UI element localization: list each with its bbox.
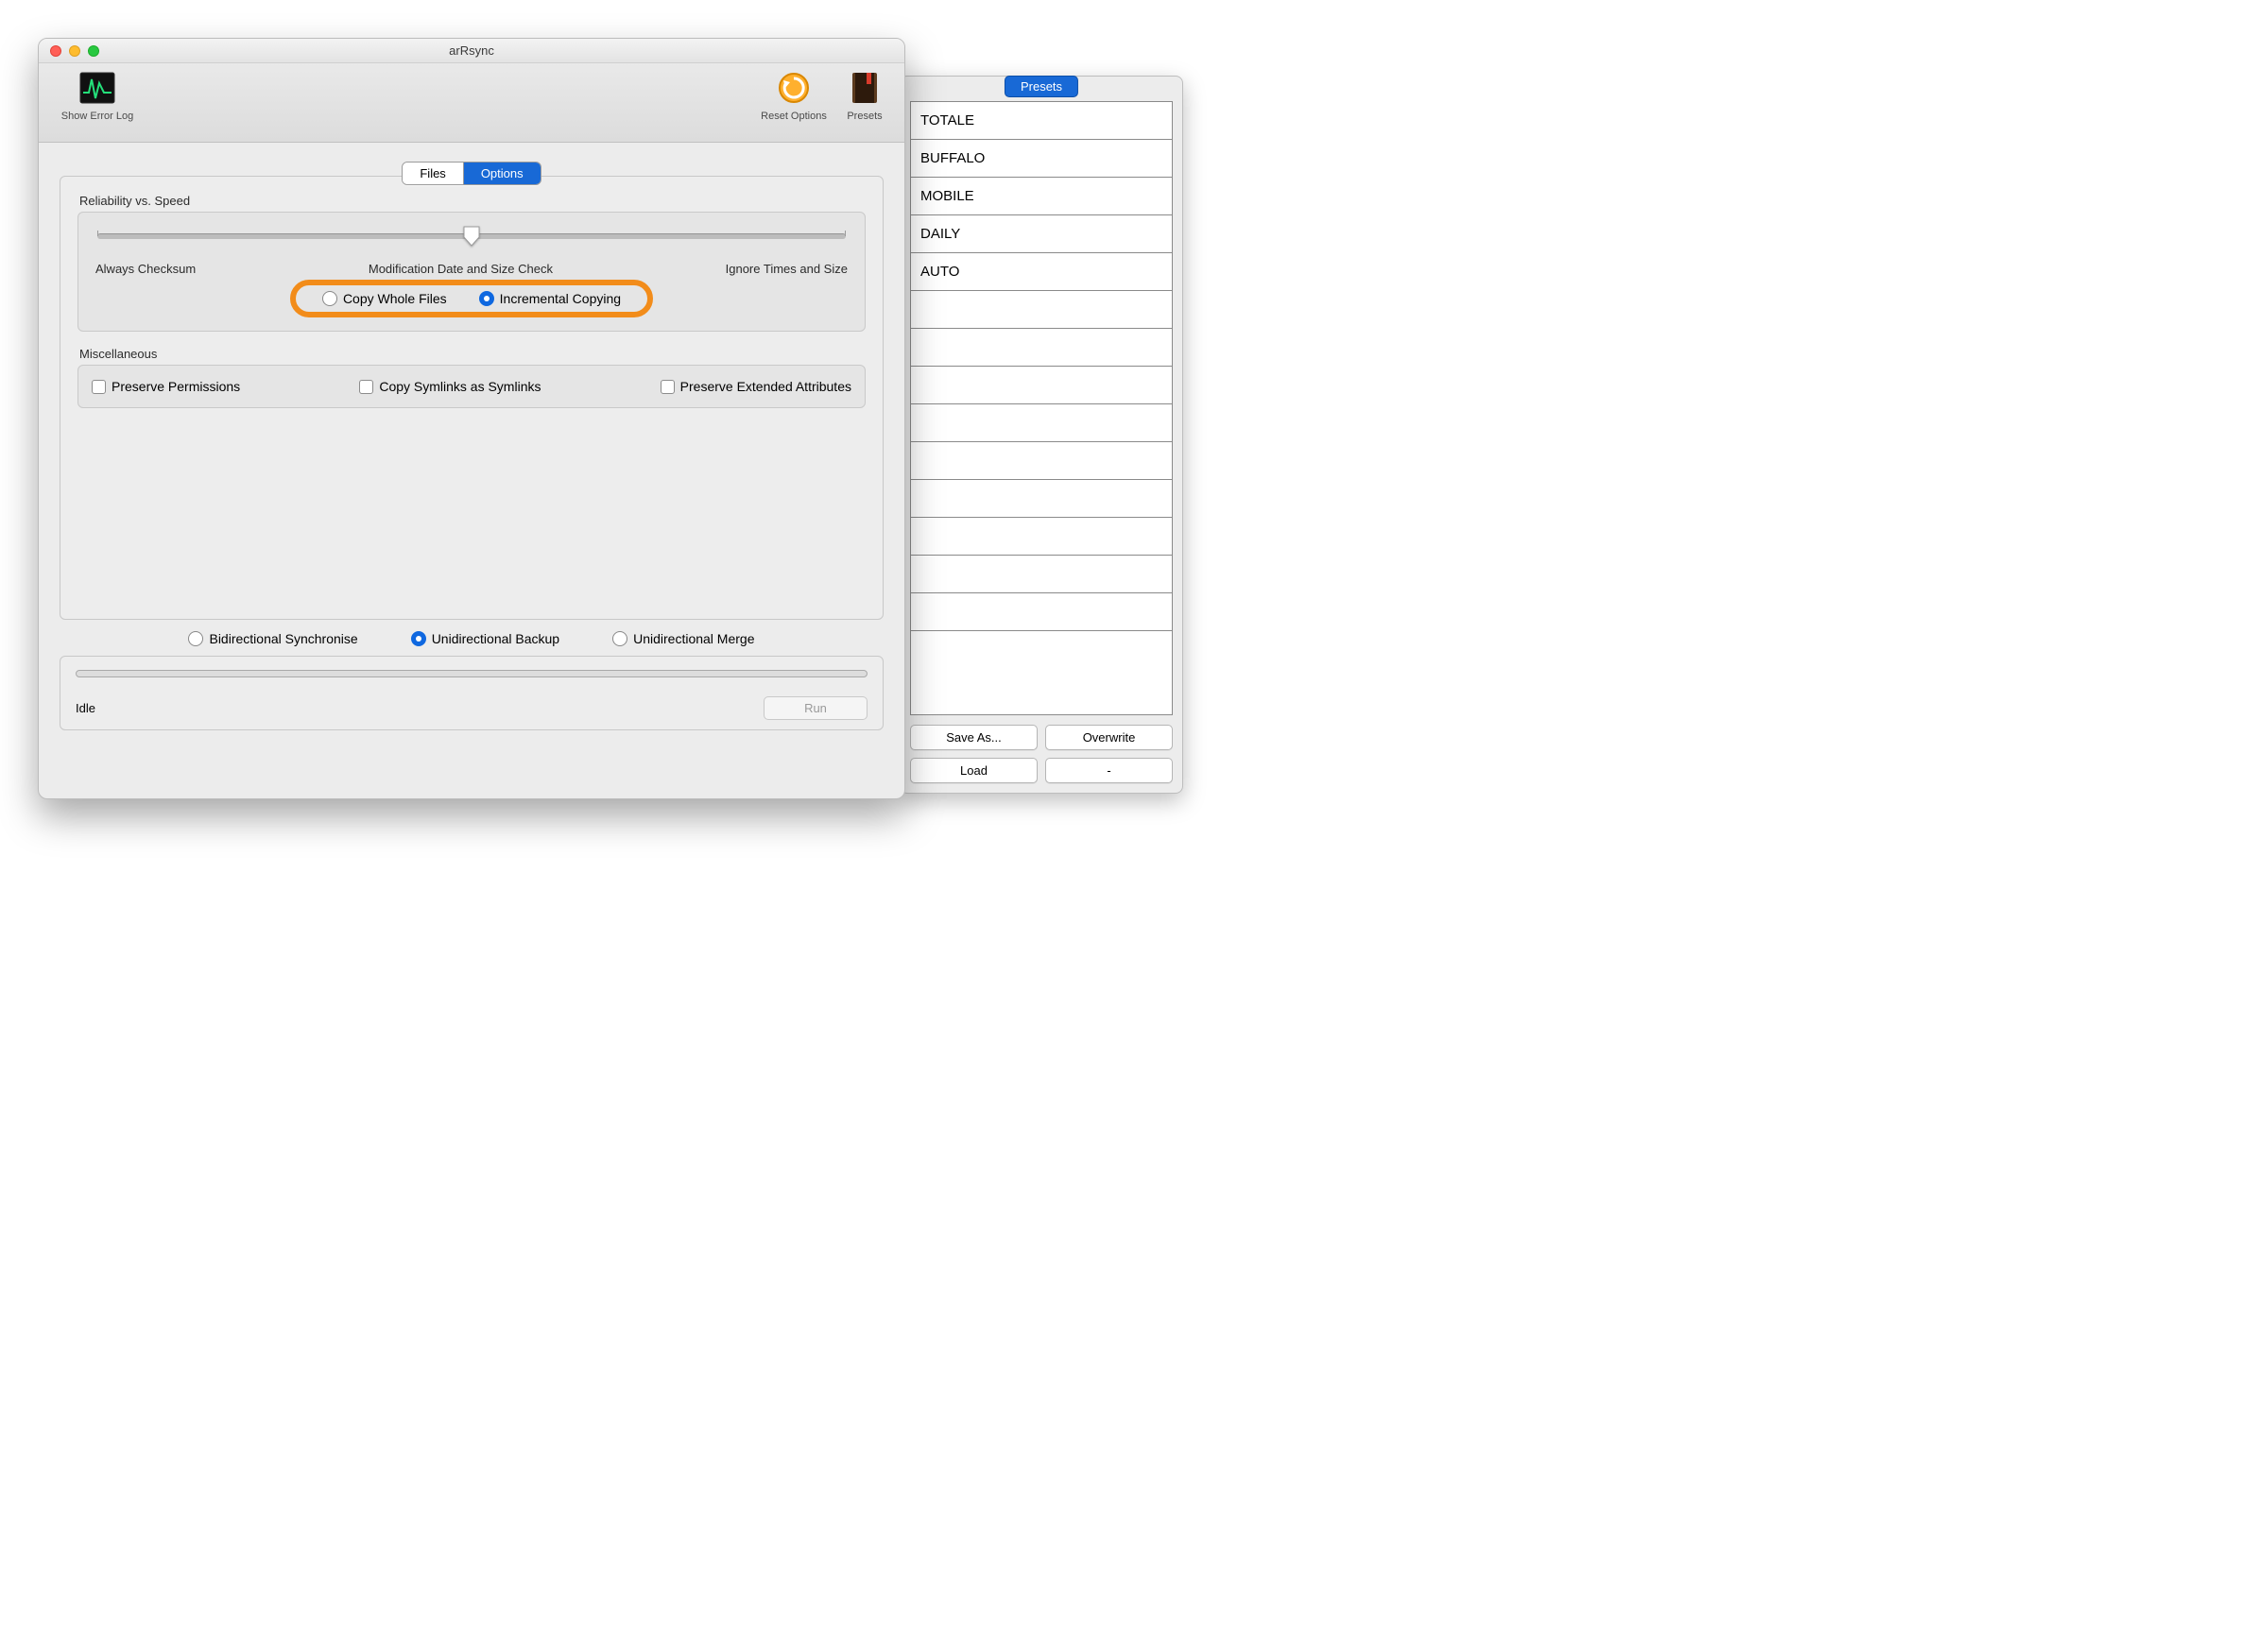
presets-button[interactable]: Presets	[836, 69, 893, 122]
preset-row[interactable]: AUTO	[911, 253, 1172, 291]
preset-row[interactable]	[911, 291, 1172, 329]
preset-row[interactable]: TOTALE	[911, 102, 1172, 140]
reliability-group: Always Checksum Modification Date and Si…	[77, 212, 866, 332]
preset-row[interactable]: DAILY	[911, 215, 1172, 253]
copy-mode-highlight: Copy Whole Files Incremental Copying	[290, 280, 653, 317]
preset-row[interactable]	[911, 367, 1172, 404]
load-button[interactable]: Load	[910, 758, 1038, 783]
tab-options[interactable]: Options	[464, 163, 541, 184]
slider-label-right: Ignore Times and Size	[726, 262, 848, 276]
slider-label-left: Always Checksum	[95, 262, 196, 276]
checkbox-copy-symlinks[interactable]: Copy Symlinks as Symlinks	[359, 379, 541, 394]
show-error-log-button[interactable]: Show Error Log	[50, 69, 145, 122]
preset-row[interactable]	[911, 329, 1172, 367]
preset-row[interactable]: BUFFALO	[911, 140, 1172, 178]
radio-label: Unidirectional Backup	[432, 631, 559, 646]
radio-unidirectional-backup[interactable]: Unidirectional Backup	[411, 631, 559, 646]
preset-row[interactable]	[911, 518, 1172, 556]
toolbar-label: Show Error Log	[61, 111, 133, 122]
radio-incremental-copying[interactable]: Incremental Copying	[479, 291, 621, 306]
oscilloscope-icon	[78, 69, 116, 107]
tab-files[interactable]: Files	[403, 163, 463, 184]
reset-icon	[775, 69, 813, 107]
toolbar-label: Reset Options	[761, 111, 827, 122]
checkbox-preserve-extended-attributes[interactable]: Preserve Extended Attributes	[661, 379, 851, 394]
zoom-icon[interactable]	[88, 45, 99, 57]
toolbar: Show Error Log Reset Options Presets	[39, 63, 904, 143]
titlebar: arRsync	[39, 39, 904, 63]
radio-label: Unidirectional Merge	[633, 631, 754, 646]
save-as-button[interactable]: Save As...	[910, 725, 1038, 750]
preset-row[interactable]	[911, 480, 1172, 518]
progress-bar	[76, 670, 868, 677]
close-icon[interactable]	[50, 45, 61, 57]
radio-unidirectional-merge[interactable]: Unidirectional Merge	[612, 631, 754, 646]
presets-title-tab: Presets	[1005, 76, 1078, 97]
toolbar-label: Presets	[847, 111, 882, 122]
status-text: Idle	[76, 701, 95, 715]
preset-row[interactable]	[911, 442, 1172, 480]
checkbox-label: Copy Symlinks as Symlinks	[379, 379, 541, 394]
tabs-segmented: Files Options	[402, 162, 541, 185]
presets-list[interactable]: TOTALE BUFFALO MOBILE DAILY AUTO	[910, 101, 1173, 715]
reset-options-button[interactable]: Reset Options	[751, 69, 836, 122]
window-title: arRsync	[449, 43, 494, 58]
minimize-icon[interactable]	[69, 45, 80, 57]
run-button[interactable]: Run	[764, 696, 868, 720]
reliability-legend: Reliability vs. Speed	[79, 194, 866, 208]
checkbox-label: Preserve Permissions	[112, 379, 240, 394]
radio-bidirectional-sync[interactable]: Bidirectional Synchronise	[188, 631, 357, 646]
preset-row[interactable]: MOBILE	[911, 178, 1172, 215]
preset-row[interactable]	[911, 631, 1172, 669]
checkbox-label: Preserve Extended Attributes	[680, 379, 851, 394]
footer-panel: Idle Run	[60, 656, 884, 730]
radio-copy-whole-files[interactable]: Copy Whole Files	[322, 291, 447, 306]
radio-label: Copy Whole Files	[343, 291, 447, 306]
preset-row[interactable]	[911, 593, 1172, 631]
radio-label: Incremental Copying	[500, 291, 621, 306]
misc-legend: Miscellaneous	[79, 347, 866, 361]
radio-label: Bidirectional Synchronise	[209, 631, 357, 646]
book-icon	[846, 69, 884, 107]
delete-button[interactable]: -	[1045, 758, 1173, 783]
preset-row[interactable]	[911, 404, 1172, 442]
slider-label-center: Modification Date and Size Check	[369, 262, 553, 276]
misc-group: Preserve Permissions Copy Symlinks as Sy…	[77, 365, 866, 408]
reliability-slider[interactable]	[97, 233, 846, 239]
slider-thumb-icon[interactable]	[463, 226, 480, 245]
main-window: arRsync Show Error Log Reset Options	[38, 38, 905, 799]
options-panel: Reliability vs. Speed Always Checksum Mo…	[60, 176, 884, 620]
presets-window: Presets TOTALE BUFFALO MOBILE DAILY AUTO…	[900, 76, 1183, 794]
checkbox-preserve-permissions[interactable]: Preserve Permissions	[92, 379, 240, 394]
sync-mode-group: Bidirectional Synchronise Unidirectional…	[60, 631, 884, 646]
overwrite-button[interactable]: Overwrite	[1045, 725, 1173, 750]
preset-row[interactable]	[911, 556, 1172, 593]
